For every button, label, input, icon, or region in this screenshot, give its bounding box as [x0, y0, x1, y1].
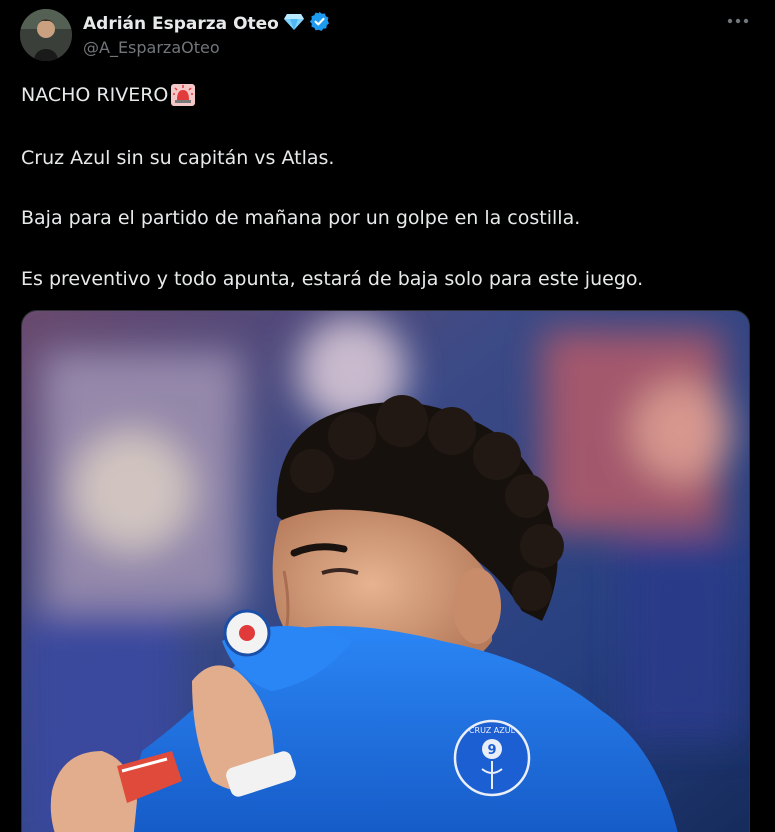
more-options-button[interactable]: [722, 8, 754, 34]
avatar[interactable]: [20, 9, 72, 61]
author-handle[interactable]: @A_EsparzaOteo: [83, 38, 220, 57]
tweet-line-3: Baja para el partido de mañana por un go…: [21, 207, 581, 229]
tweet-line-2: Cruz Azul sin su capitán vs Atlas.: [21, 147, 335, 169]
jersey-crest-icon: CRUZ AZUL 9: [453, 719, 531, 797]
tweet-title: NACHO RIVERO: [21, 84, 169, 106]
diamond-icon: [283, 13, 305, 36]
more-dots-icon: [727, 18, 749, 24]
tweet-line-1: NACHO RIVERO: [21, 83, 196, 107]
player-photo: CRUZ AZUL 9: [22, 311, 749, 832]
author-name[interactable]: Adrián Esparza Oteo: [83, 14, 279, 34]
crest-number: 9: [487, 743, 496, 758]
author-name-row[interactable]: Adrián Esparza Oteo: [83, 11, 330, 37]
tweet-card: Adrián Esparza Oteo @A_EsparzaOteo NACHO…: [0, 0, 775, 832]
tweet-line-4: Es preventivo y todo apunta, estará de b…: [21, 268, 644, 290]
tweet-media-image[interactable]: CRUZ AZUL 9: [21, 310, 750, 832]
crest-text: CRUZ AZUL: [469, 726, 516, 735]
verified-badge-icon[interactable]: [309, 11, 330, 37]
siren-icon: [170, 83, 196, 107]
